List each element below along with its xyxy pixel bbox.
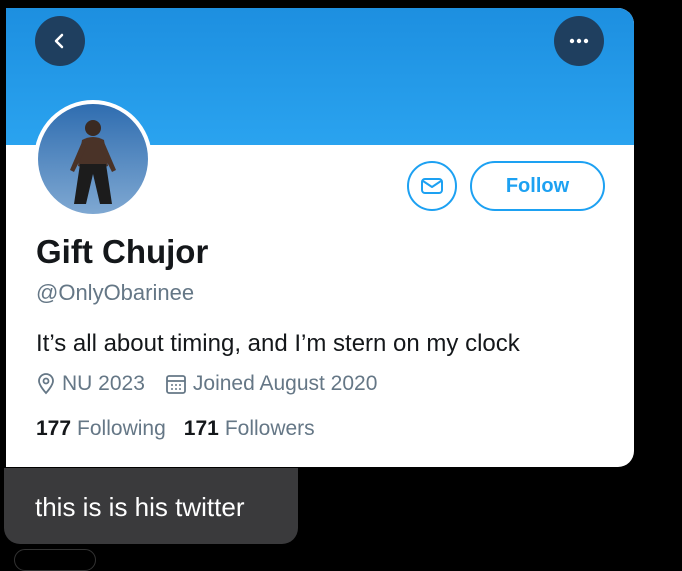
profile-bio: It’s all about timing, and I’m stern on … (36, 330, 520, 357)
profile-card: Follow Gift Chujor @OnlyObarinee It’s al… (6, 8, 634, 467)
follow-button[interactable]: Follow (470, 161, 605, 211)
more-options-button[interactable] (554, 16, 604, 66)
followers-count: 171 (183, 417, 219, 440)
profile-joined: Joined August 2020 (165, 372, 378, 396)
following-label: Following (77, 417, 166, 440)
profile-location: NU 2023 (36, 372, 145, 396)
mail-icon (421, 178, 443, 194)
joined-text: Joined August 2020 (192, 372, 378, 395)
followers-link[interactable]: 171 Followers (184, 417, 315, 441)
profile-handle: @OnlyObarinee (36, 280, 195, 305)
location-pin-icon (38, 373, 54, 395)
following-count: 177 (36, 417, 72, 440)
message-bubble: this is is his twitter (4, 468, 298, 544)
chevron-left-icon (54, 33, 64, 49)
profile-stats: 177 Following 171 Followers (36, 417, 333, 441)
reaction-pill[interactable] (14, 549, 96, 571)
avatar[interactable] (38, 104, 148, 214)
back-button[interactable] (35, 16, 85, 66)
message-text: this is is his twitter (35, 492, 245, 522)
location-text: NU 2023 (62, 372, 145, 395)
following-link[interactable]: 177 Following (36, 417, 166, 441)
profile-name: Gift Chujor (36, 233, 209, 270)
profile-meta: NU 2023 Joined August 2020 (36, 372, 397, 396)
more-horizontal-icon (569, 38, 589, 44)
avatar-frame (34, 100, 152, 218)
message-button[interactable] (407, 161, 457, 211)
followers-label: Followers (224, 417, 315, 440)
calendar-icon (165, 375, 186, 394)
